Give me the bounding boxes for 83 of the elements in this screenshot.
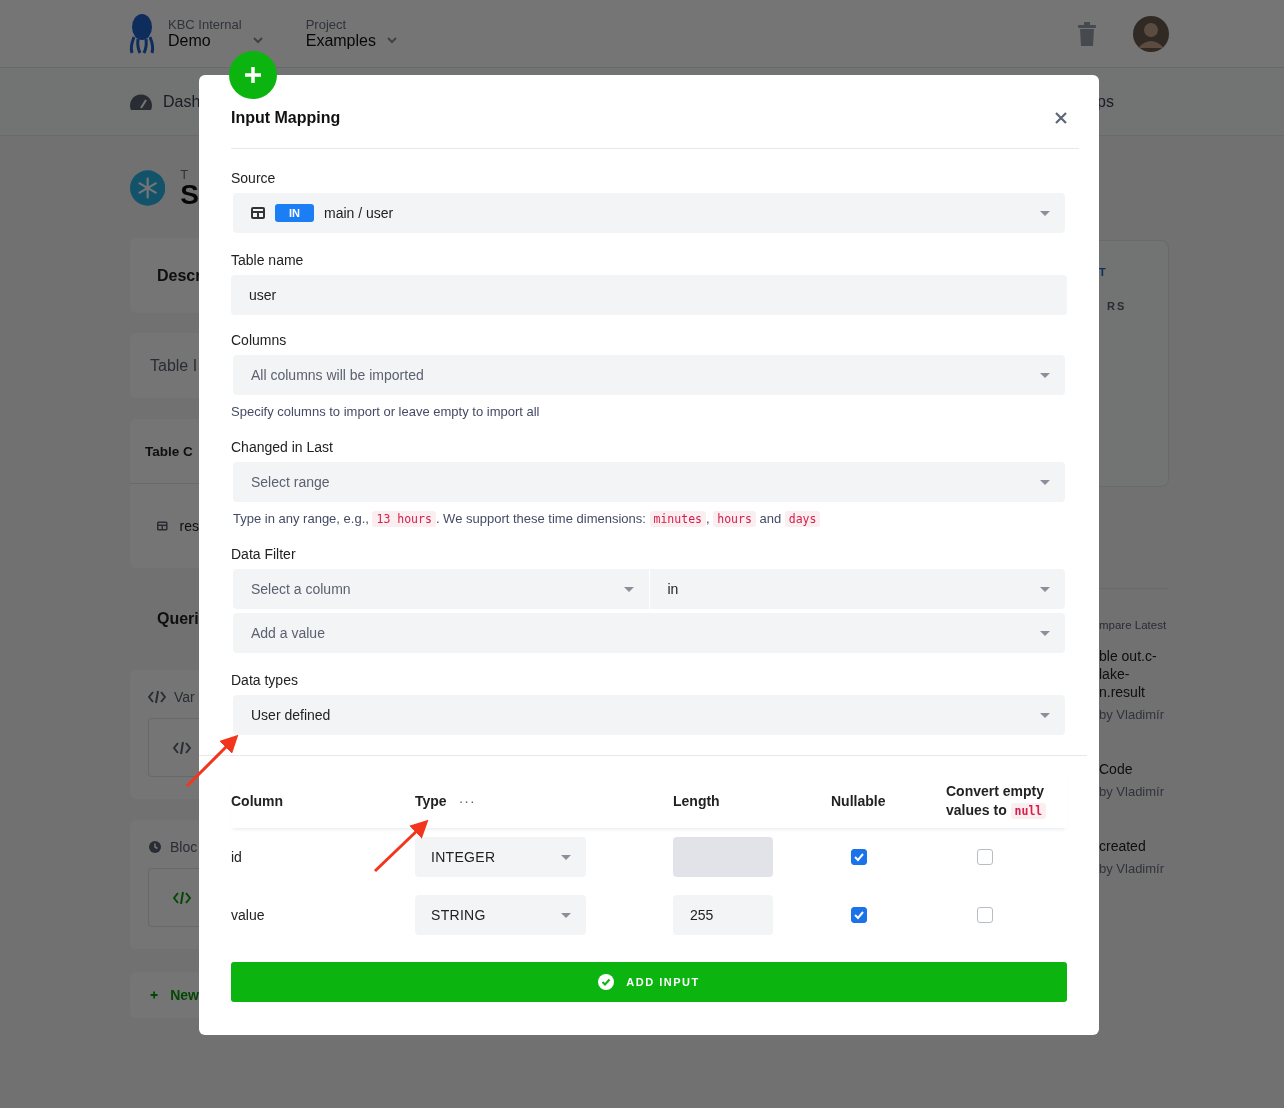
field-label: Table name [231, 251, 305, 269]
event-title: Code [1099, 760, 1134, 778]
annotation-arrow [185, 734, 239, 788]
dialog-title: Input Mapping [231, 108, 342, 127]
more-options-button[interactable]: ··· [454, 793, 480, 809]
field-label: Changed in Last [231, 438, 334, 456]
caret-icon [1040, 479, 1050, 485]
octopus-logo-icon [128, 12, 156, 55]
field-label: Data Filter [231, 545, 297, 563]
clock-icon [148, 840, 162, 854]
annotation-arrow [373, 819, 429, 873]
event-meta: by Vladimír [1099, 861, 1166, 876]
checkmark-icon [853, 909, 865, 921]
column-header: Nullable [831, 793, 886, 809]
table-icon [157, 520, 168, 532]
stage-badge: IN [275, 204, 314, 222]
code-icon [173, 739, 191, 756]
checkmark-icon [853, 851, 865, 863]
table-link[interactable]: res [179, 518, 199, 534]
caret-icon [1040, 712, 1050, 718]
block-title: Var [174, 689, 195, 705]
columns-select[interactable]: All columns will be imported [233, 355, 1065, 395]
breadcrumb-text: T [180, 167, 190, 181]
caret-icon [1040, 210, 1050, 216]
caret-icon [1040, 630, 1050, 636]
chevron-down-icon [385, 34, 398, 46]
card-title: Descr [157, 266, 202, 285]
caret-icon [561, 854, 571, 860]
table-icon [251, 207, 265, 219]
switcher-label: Project [305, 17, 348, 32]
page-title: S [180, 180, 199, 209]
table-cell: id [231, 849, 242, 865]
nav-link[interactable]: Dash [163, 92, 201, 111]
type-select[interactable]: INTEGER [415, 837, 586, 877]
code-icon [148, 689, 166, 705]
column-select[interactable]: Select a column [233, 569, 649, 609]
column-header: Column [231, 793, 284, 809]
field-label: Source [231, 169, 277, 187]
event-title: created [1099, 837, 1147, 855]
event-meta: by Vladimír [1099, 707, 1166, 722]
checkbox[interactable] [851, 849, 867, 865]
caret-icon [1040, 372, 1050, 378]
help-text: Type in any range, e.g., 13 hours . We support these time dimensions: minutes , hours and days [233, 510, 1067, 528]
checkbox[interactable] [977, 849, 993, 865]
table-cell: value [231, 907, 265, 923]
check-circle-icon [598, 974, 615, 990]
switcher-value[interactable]: Examples [305, 32, 376, 50]
column-header: Type [415, 793, 447, 809]
caret-icon [623, 586, 634, 592]
plus-icon [244, 66, 262, 84]
compare-link[interactable]: mpare Latest [1099, 619, 1169, 631]
help-text: Specify columns to import or leave empty to import all [231, 403, 541, 421]
close-icon [1055, 111, 1067, 124]
field-label: Columns [231, 331, 288, 349]
switcher-label: KBC Internal [168, 17, 242, 32]
event-title: ble out.c- lake- n.result [1099, 647, 1158, 701]
caret-icon [561, 912, 571, 918]
source-select[interactable]: IN main / user [233, 193, 1065, 233]
checkbox[interactable] [977, 907, 993, 923]
range-select[interactable]: Select range [233, 462, 1065, 502]
column-header: Length [673, 793, 720, 809]
chevron-down-icon [251, 34, 264, 46]
type-select[interactable]: STRING [415, 895, 586, 935]
value-select[interactable]: Add a value [233, 613, 1065, 653]
code-icon [173, 889, 191, 906]
event-meta: by Vladimír [1099, 784, 1166, 799]
section-heading: Queri [156, 610, 199, 628]
table-name-field[interactable]: user [231, 275, 1067, 315]
operator-select[interactable]: in [649, 569, 1065, 609]
avatar-icon [1133, 15, 1169, 52]
length-field[interactable]: 255 [673, 895, 773, 935]
gauge-icon [129, 91, 153, 112]
caret-icon [1040, 586, 1050, 592]
block-title: Bloc [170, 839, 198, 855]
checkbox[interactable] [851, 907, 867, 923]
trash-icon [1077, 21, 1097, 46]
plus-icon [150, 988, 159, 1002]
switcher-value[interactable]: Demo [168, 32, 242, 50]
section-label: RS [1106, 300, 1128, 312]
column-header: Convert empty values to null [946, 781, 1048, 821]
field-label: Data types [231, 671, 299, 689]
data-types-select[interactable]: User defined [233, 695, 1065, 735]
card-title: Table I [150, 356, 198, 375]
